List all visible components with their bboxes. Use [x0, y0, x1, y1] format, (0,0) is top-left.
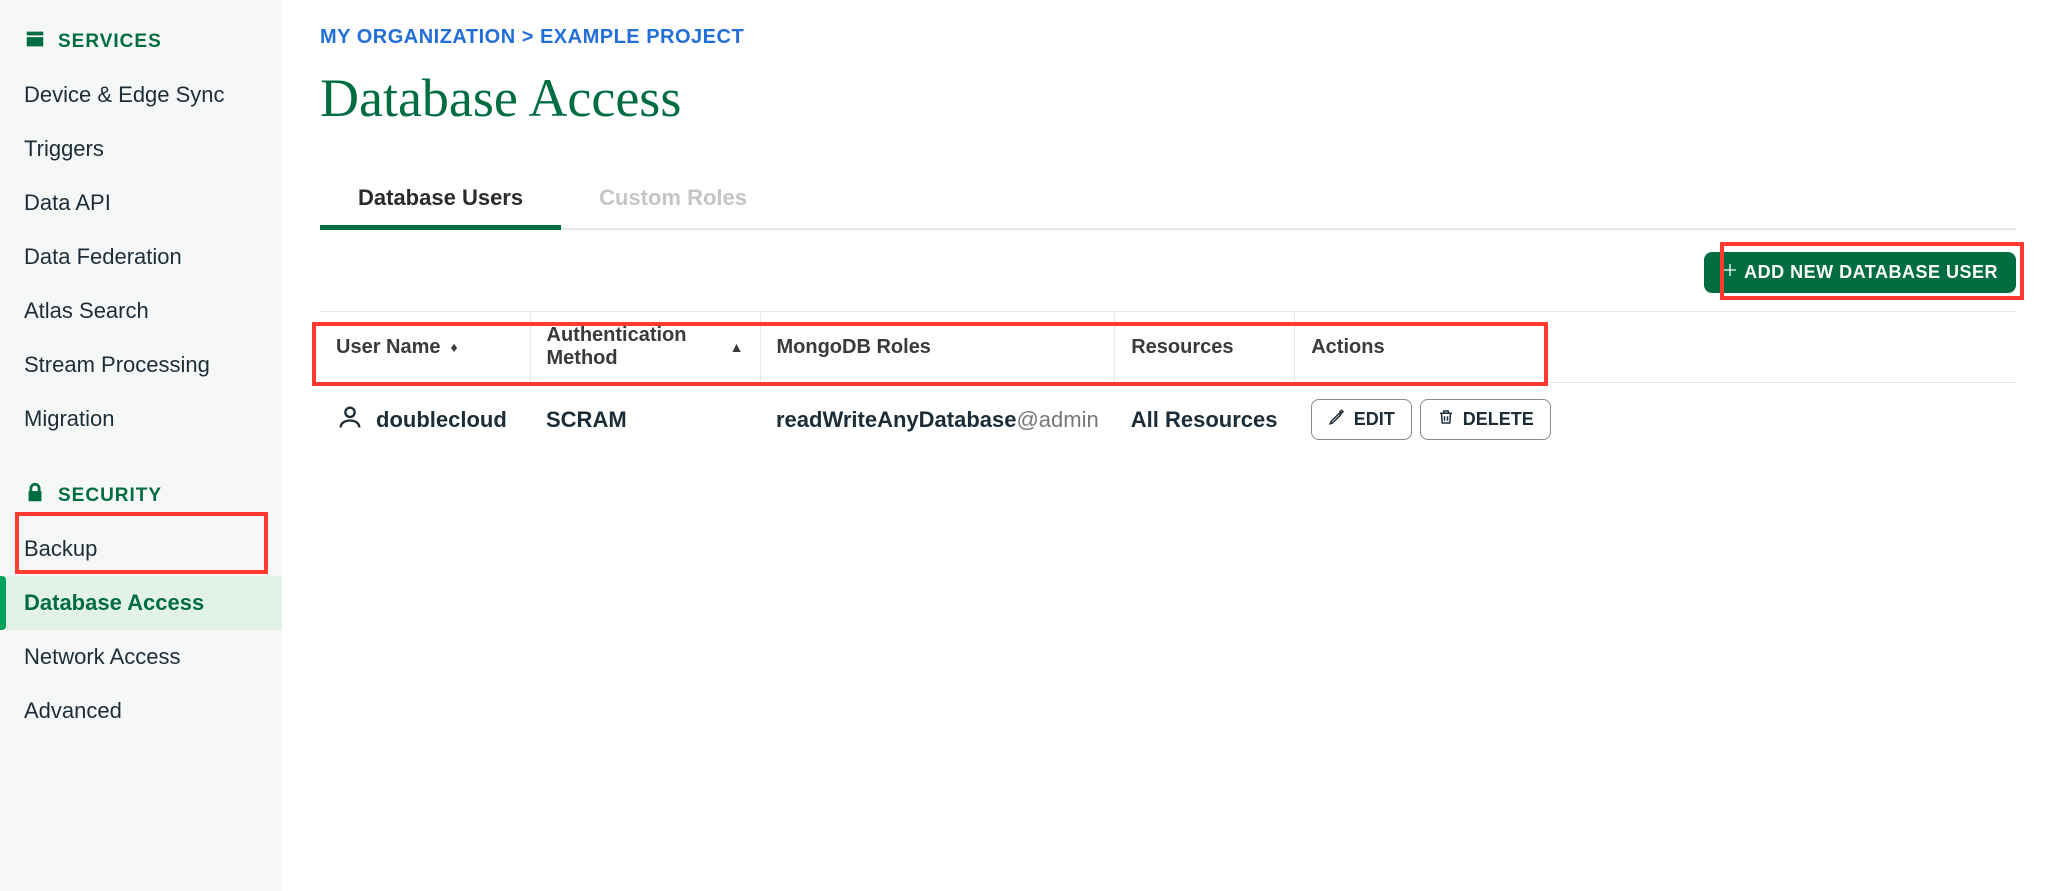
col-header-username[interactable]: User Name ♦: [320, 312, 530, 383]
edit-button[interactable]: EDIT: [1311, 399, 1412, 440]
col-header-resources: Resources: [1115, 312, 1295, 383]
sidebar-item-migration[interactable]: Migration: [0, 392, 282, 446]
tab-database-users[interactable]: Database Users: [320, 171, 561, 230]
toolbar: ADD NEW DATABASE USER: [320, 252, 2016, 293]
sidebar-item-device-edge-sync[interactable]: Device & Edge Sync: [0, 68, 282, 122]
col-header-auth[interactable]: Authentication Method ▲: [530, 312, 760, 383]
sidebar-item-triggers[interactable]: Triggers: [0, 122, 282, 176]
page-title: Database Access: [320, 67, 2016, 129]
user-cell: doublecloud: [336, 403, 514, 437]
sidebar-item-backup[interactable]: Backup: [0, 522, 282, 576]
lock-icon: [24, 482, 46, 510]
tab-custom-roles[interactable]: Custom Roles: [561, 171, 785, 228]
users-table: User Name ♦ Authentication Method ▲ Mong…: [320, 311, 2016, 456]
delete-button[interactable]: DELETE: [1420, 399, 1551, 440]
add-button-label: ADD NEW DATABASE USER: [1744, 262, 1998, 283]
main-content: MY ORGANIZATION > EXAMPLE PROJECT Databa…: [282, 0, 2054, 891]
sidebar: SERVICES Device & Edge Sync Triggers Dat…: [0, 0, 282, 891]
breadcrumb-project[interactable]: EXAMPLE PROJECT: [540, 26, 744, 48]
trash-icon: [1437, 408, 1455, 431]
role-main: readWriteAnyDatabase: [776, 407, 1016, 432]
breadcrumb-org[interactable]: MY ORGANIZATION: [320, 26, 516, 48]
security-header: SECURITY: [0, 470, 282, 522]
actions-cell: EDIT DELETE: [1311, 399, 2000, 440]
delete-button-label: DELETE: [1463, 409, 1534, 430]
sidebar-item-advanced[interactable]: Advanced: [0, 684, 282, 738]
services-icon: [24, 28, 46, 56]
pencil-icon: [1328, 408, 1346, 431]
breadcrumb-separator: >: [522, 26, 540, 48]
tabs: Database Users Custom Roles: [320, 171, 2016, 230]
table-row: doublecloud SCRAM readWriteAnyDatabase@a…: [320, 383, 2016, 457]
services-header: SERVICES: [0, 16, 282, 68]
sidebar-item-atlas-search[interactable]: Atlas Search: [0, 284, 282, 338]
roles-value: readWriteAnyDatabase@admin: [760, 383, 1115, 457]
auth-method-value: SCRAM: [530, 383, 760, 457]
resources-value: All Resources: [1115, 383, 1295, 457]
breadcrumb: MY ORGANIZATION > EXAMPLE PROJECT: [320, 26, 2016, 49]
sidebar-item-network-access[interactable]: Network Access: [0, 630, 282, 684]
sidebar-item-data-federation[interactable]: Data Federation: [0, 230, 282, 284]
sort-icon: ♦: [451, 339, 458, 355]
sort-asc-icon: ▲: [730, 339, 744, 355]
role-suffix: @admin: [1016, 407, 1098, 432]
sidebar-item-stream-processing[interactable]: Stream Processing: [0, 338, 282, 392]
add-new-database-user-button[interactable]: ADD NEW DATABASE USER: [1704, 252, 2016, 293]
sidebar-item-database-access[interactable]: Database Access: [0, 576, 282, 630]
sidebar-item-data-api[interactable]: Data API: [0, 176, 282, 230]
col-header-auth-label: Authentication Method: [547, 324, 720, 370]
user-icon: [336, 403, 364, 437]
username-value: doublecloud: [376, 407, 507, 433]
security-header-label: SECURITY: [58, 485, 162, 507]
col-header-roles: MongoDB Roles: [760, 312, 1115, 383]
col-header-actions: Actions: [1295, 312, 2016, 383]
services-header-label: SERVICES: [58, 31, 162, 53]
edit-button-label: EDIT: [1354, 409, 1395, 430]
sidebar-item-label: Database Access: [24, 590, 204, 615]
plus-icon: [1722, 262, 1738, 283]
active-marker: [0, 576, 6, 630]
col-header-username-label: User Name: [336, 336, 441, 359]
